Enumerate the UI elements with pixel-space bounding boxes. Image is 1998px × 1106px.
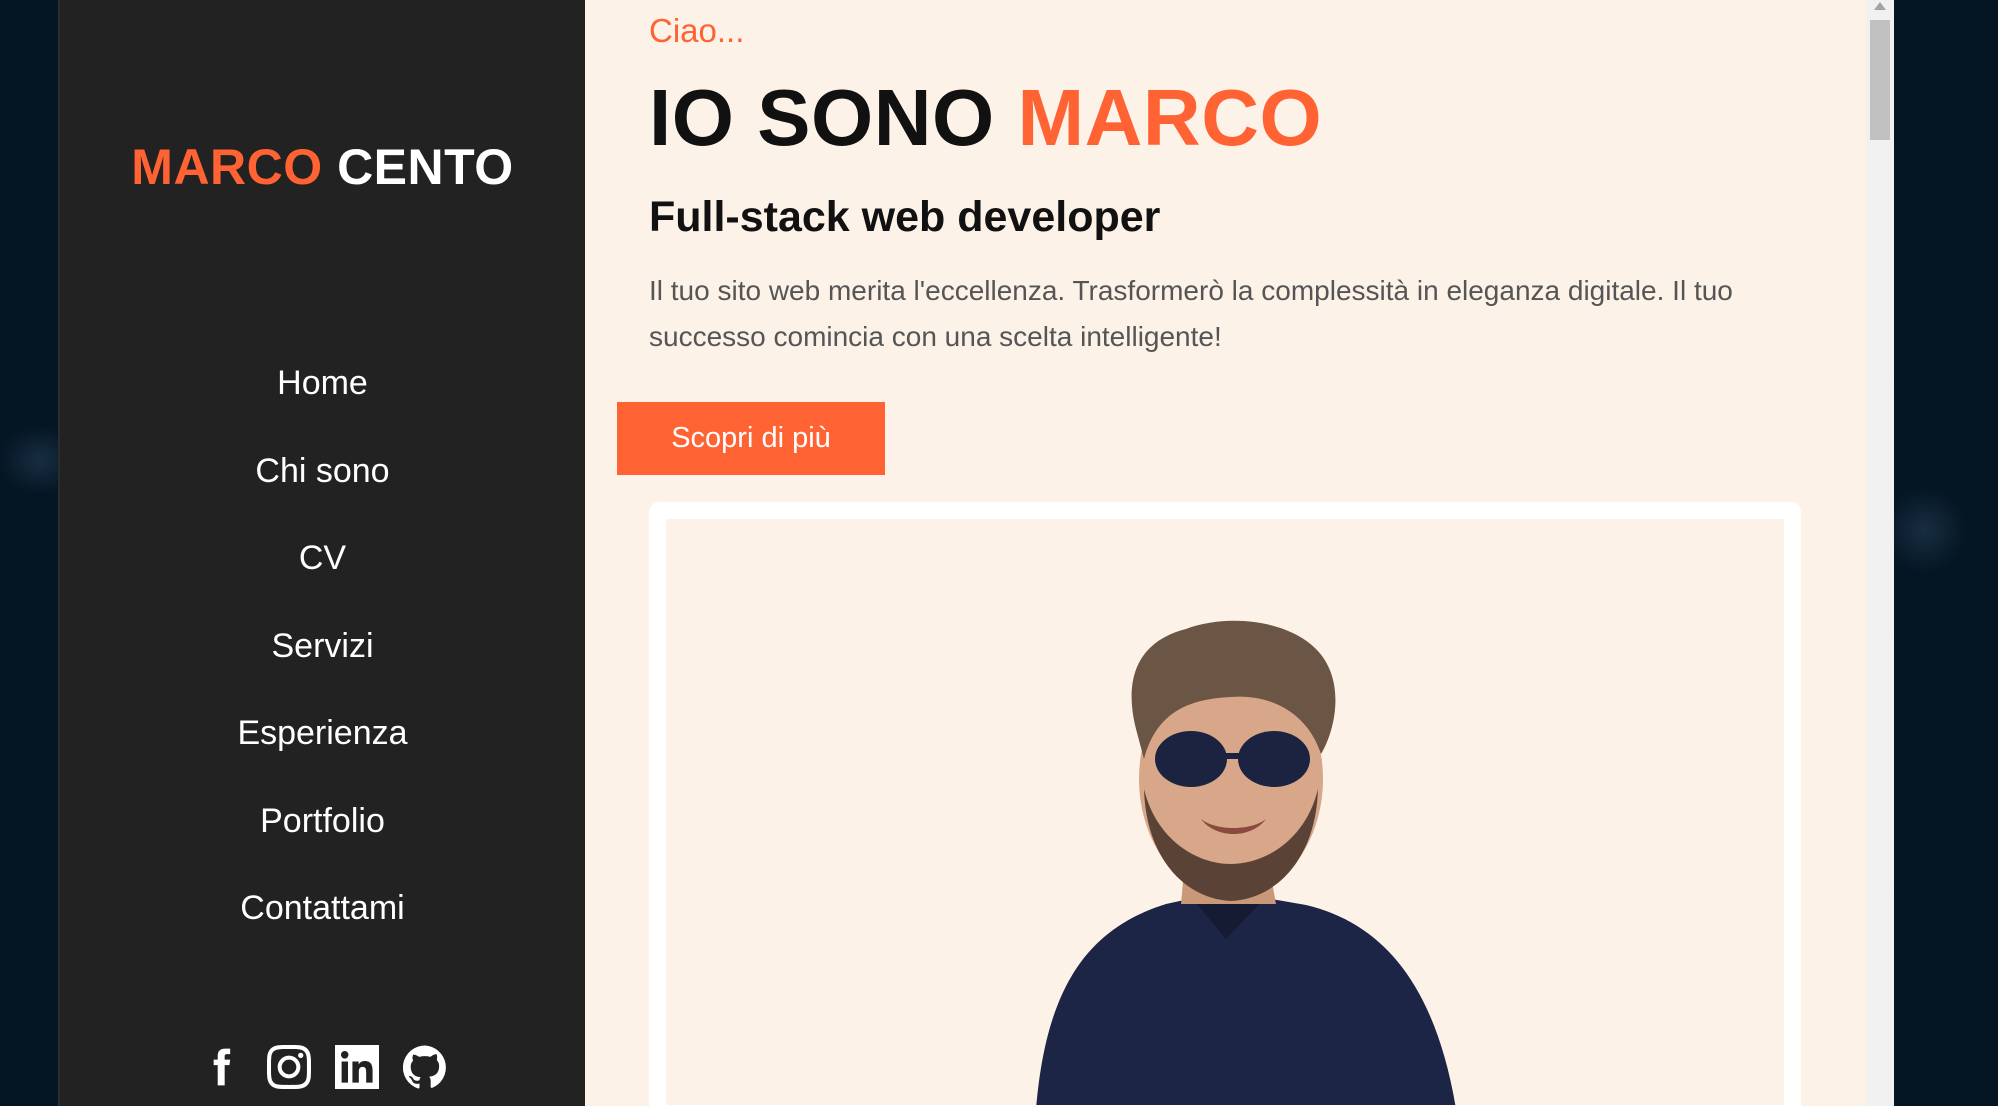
brand-last-name: CENTO <box>337 139 514 195</box>
headline-name: MARCO <box>1017 73 1323 162</box>
brand-first-name: MARCO <box>131 139 323 195</box>
nav-item-esperienza[interactable]: Esperienza <box>60 690 585 778</box>
page-scrollbar[interactable] <box>1866 0 1894 1106</box>
nav-item-cv[interactable]: CV <box>60 515 585 603</box>
headline-prefix: IO SONO <box>649 73 995 162</box>
nav-item-home[interactable]: Home <box>60 340 585 428</box>
profile-photo-card <box>649 502 1801 1106</box>
instagram-icon[interactable] <box>266 1045 311 1089</box>
facebook-icon[interactable] <box>199 1045 243 1089</box>
hero-greeting: Ciao... <box>649 12 745 49</box>
social-links <box>60 1045 585 1089</box>
linkedin-icon[interactable] <box>334 1045 379 1089</box>
scrollbar-thumb[interactable] <box>1870 20 1890 140</box>
hero-role: Full-stack web developer <box>649 193 1161 241</box>
hero-headline: IO SONO MARCO <box>649 72 1322 164</box>
sidebar: MARCO CENTO Home Chi sono CV Servizi Esp… <box>58 0 585 1106</box>
nav-item-portfolio[interactable]: Portfolio <box>60 778 585 866</box>
profile-photo <box>666 519 1784 1105</box>
nav-item-servizi[interactable]: Servizi <box>60 603 585 691</box>
discover-more-button[interactable]: Scopri di più <box>617 402 885 475</box>
main-nav: Home Chi sono CV Servizi Esperienza Port… <box>60 340 585 953</box>
hero-description: Il tuo sito web merita l'eccellenza. Tra… <box>649 275 1733 352</box>
nav-item-chi-sono[interactable]: Chi sono <box>60 428 585 516</box>
scroll-up-arrow-icon[interactable] <box>1866 0 1894 14</box>
nav-item-contattami[interactable]: Contattami <box>60 865 585 953</box>
site-logo[interactable]: MARCO CENTO <box>60 138 585 196</box>
github-icon[interactable] <box>402 1045 447 1089</box>
